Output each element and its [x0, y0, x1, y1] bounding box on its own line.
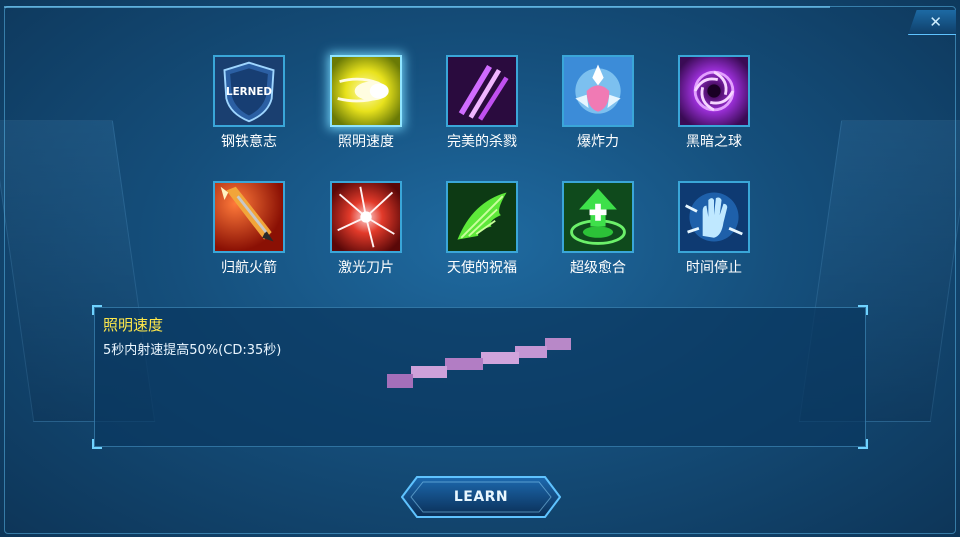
skill-slot[interactable] — [562, 55, 634, 127]
shield-icon: LERNED — [215, 57, 283, 125]
panel-corner — [92, 305, 102, 315]
skill-lighting-speed[interactable]: 照明速度 — [311, 55, 421, 151]
window-top-edge — [4, 6, 830, 22]
skill-angel-blessing[interactable]: 天使的祝福 — [427, 181, 537, 277]
time-stop-hand-icon — [680, 183, 748, 251]
skill-slot[interactable] — [678, 181, 750, 253]
skill-name: 归航火箭 — [221, 260, 277, 276]
dark-orb-icon — [680, 57, 748, 125]
skill-homing-rocket[interactable]: 归航火箭 — [194, 181, 304, 277]
panel-corner — [858, 305, 868, 315]
crystal-burst-icon — [564, 57, 632, 125]
heal-arrow-icon — [564, 183, 632, 251]
skill-super-heal[interactable]: 超级愈合 — [543, 181, 653, 277]
skill-slot[interactable] — [678, 55, 750, 127]
learn-button-label[interactable]: LEARN — [401, 476, 561, 518]
purple-claw-icon — [448, 57, 516, 125]
skill-slot[interactable] — [446, 55, 518, 127]
skill-name: 黑暗之球 — [686, 134, 742, 150]
skill-time-stop[interactable]: 时间停止 — [659, 181, 769, 277]
skill-name: 天使的祝福 — [447, 260, 517, 276]
skill-name: 爆炸力 — [577, 134, 619, 150]
learn-button[interactable]: LEARN — [401, 476, 561, 518]
skill-laser-blade[interactable]: 激光刀片 — [311, 181, 421, 277]
skill-slot[interactable] — [330, 181, 402, 253]
skill-perfect-kill[interactable]: 完美的杀戮 — [427, 55, 537, 151]
skill-name: 钢铁意志 — [221, 134, 277, 150]
pixelated-watermark — [387, 338, 571, 388]
laser-blade-icon — [332, 183, 400, 251]
skill-description-text: 5秒内射速提高50%(CD:35秒) — [103, 343, 282, 358]
rocket-icon — [215, 183, 283, 251]
svg-text:LERNED: LERNED — [226, 86, 272, 98]
angel-wing-icon — [448, 183, 516, 251]
skill-name: 照明速度 — [338, 134, 394, 150]
skill-name: 完美的杀戮 — [447, 134, 517, 150]
skill-name: 激光刀片 — [338, 260, 394, 276]
close-icon[interactable]: ✕ — [929, 14, 942, 30]
skill-slot[interactable] — [446, 181, 518, 253]
skill-description-title: 照明速度 — [103, 316, 164, 334]
yellow-bullet-icon — [332, 57, 400, 125]
skill-name: 时间停止 — [686, 260, 742, 276]
panel-corner — [858, 439, 868, 449]
skill-slot[interactable]: LERNED — [213, 55, 285, 127]
skill-slot[interactable] — [213, 181, 285, 253]
skill-name: 超级愈合 — [570, 260, 626, 276]
skill-explosive-force[interactable]: 爆炸力 — [543, 55, 653, 151]
skill-dark-orb[interactable]: 黑暗之球 — [659, 55, 769, 151]
panel-corner — [92, 439, 102, 449]
skill-slot-selected[interactable] — [330, 55, 402, 127]
skill-slot[interactable] — [562, 181, 634, 253]
skill-description-panel: 照明速度 5秒内射速提高50%(CD:35秒) — [92, 305, 868, 449]
skill-steel-will[interactable]: LERNED 钢铁意志 — [194, 55, 304, 151]
